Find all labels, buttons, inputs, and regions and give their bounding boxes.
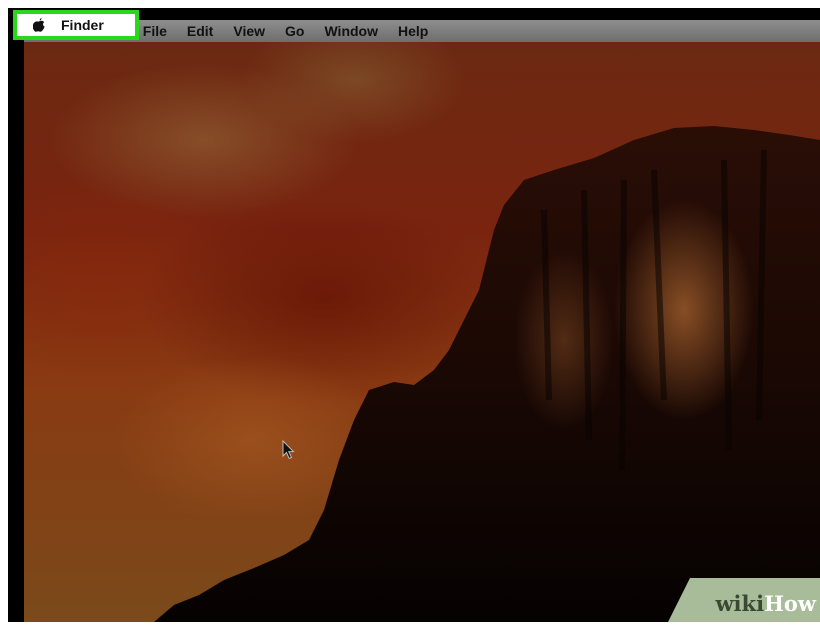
wikihow-watermark: wikiHow bbox=[715, 591, 816, 616]
desktop: Finder File Edit View Go Window Help wik… bbox=[24, 20, 820, 622]
highlighted-menu: Finder bbox=[17, 14, 135, 36]
apple-logo-icon bbox=[33, 18, 45, 32]
menu-edit[interactable]: Edit bbox=[177, 20, 223, 42]
menu-finder-highlighted[interactable]: Finder bbox=[61, 14, 104, 36]
menu-file[interactable]: File bbox=[133, 20, 177, 42]
apple-menu-highlighted[interactable] bbox=[17, 18, 61, 32]
menu-help[interactable]: Help bbox=[388, 20, 438, 42]
menu-go[interactable]: Go bbox=[275, 20, 314, 42]
watermark-how: How bbox=[764, 591, 816, 616]
menu-window[interactable]: Window bbox=[314, 20, 388, 42]
wallpaper-mountain bbox=[154, 126, 820, 622]
menu-bar: Finder File Edit View Go Window Help bbox=[24, 20, 820, 42]
screenshot-frame: Finder File Edit View Go Window Help wik… bbox=[8, 8, 820, 622]
mouse-pointer-icon bbox=[282, 440, 295, 460]
menu-view[interactable]: View bbox=[223, 20, 275, 42]
watermark-wiki: wiki bbox=[715, 591, 765, 616]
